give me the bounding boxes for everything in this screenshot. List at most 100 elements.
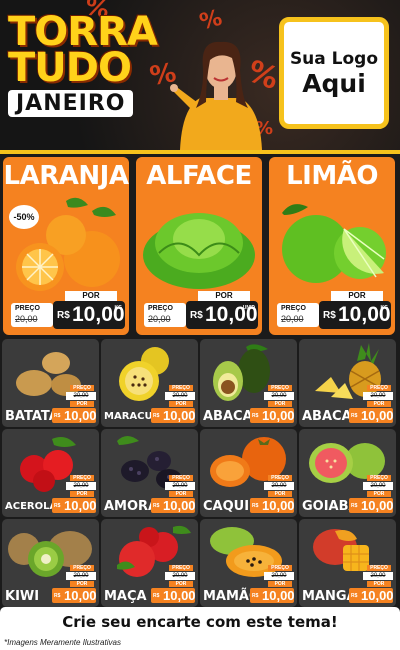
currency: R$ [351, 593, 358, 599]
brand-line-2: TUDO [8, 45, 132, 91]
por-label: POR [268, 491, 292, 497]
store-logo-placeholder: Sua Logo Aqui [279, 17, 389, 129]
currency: R$ [323, 310, 336, 321]
old-price: 20,00 [363, 482, 393, 490]
preco-label: PREÇO [70, 475, 94, 481]
price-box: R$ 10,00 [151, 498, 196, 513]
product-card-maca: MAÇA PREÇO 20,00 POR R$ 10,00 [101, 519, 198, 607]
old-price-box: PREÇO 20,00 [144, 303, 186, 327]
preco-label: PREÇO [367, 565, 391, 571]
product-card-batata: BATATA PREÇO 20,00 POR R$ 10,00 [2, 339, 99, 427]
product-card-caqui: CAQUI PREÇO 20,00 POR R$ 10,00 [200, 429, 297, 517]
currency: R$ [351, 503, 358, 509]
por-label: POR [367, 491, 391, 497]
currency: R$ [190, 310, 203, 321]
price-tag: R$ 10,00 UNID [186, 301, 258, 329]
por-label: POR [169, 491, 193, 497]
product-card-mamao: MAMÃO PREÇO 20,00 POR R$ 10,00 [200, 519, 297, 607]
price-box: R$ 10,00 [52, 588, 97, 603]
price-value: 10,00 [262, 588, 295, 603]
currency: R$ [54, 593, 61, 599]
preco-label: PREÇO [169, 475, 193, 481]
price-box: R$ 10,00 [349, 408, 394, 423]
product-card-maracuja: MARACUJÁ PREÇO 20,00 POR R$ 10,00 [101, 339, 198, 427]
price-tag: R$ 10,00 KG [319, 301, 391, 329]
old-price: 20,00 [281, 314, 304, 324]
logo-text-line-1: Sua Logo [289, 48, 379, 69]
old-price: 20,00 [66, 482, 96, 490]
price-box: R$ 10,00 [52, 498, 97, 513]
old-price: 20,00 [264, 392, 294, 400]
currency: R$ [153, 413, 160, 419]
price-value: 10,00 [64, 588, 97, 603]
old-price: 20,00 [165, 572, 195, 580]
price-box: R$ 10,00 [151, 408, 196, 423]
preco-label: PREÇO [268, 565, 292, 571]
por-label: POR [65, 291, 117, 301]
unit: KG [380, 305, 389, 311]
lime-image [282, 204, 386, 283]
price-box: R$ 10,00 [250, 588, 295, 603]
featured-card-alface: ALFACE POR PREÇO 20,00 R$ 10,00 UNID [136, 157, 262, 335]
currency: R$ [252, 413, 259, 419]
currency: R$ [252, 503, 259, 509]
old-price: 20,00 [264, 482, 294, 490]
preco-label: PREÇO [367, 385, 391, 391]
divider [0, 150, 400, 154]
price-box: R$ 10,00 [151, 588, 196, 603]
old-price: 20,00 [148, 314, 171, 324]
por-label: POR [169, 401, 193, 407]
old-price: 20,00 [15, 314, 38, 324]
featured-card-limao: LIMÃO POR PREÇO 20,00 R$ 10,00 KG [269, 157, 395, 335]
currency: R$ [351, 413, 358, 419]
preco-label: PREÇO [148, 305, 173, 312]
product-card-kiwi: KIWI PREÇO 20,00 POR R$ 10,00 [2, 519, 99, 607]
por-label: POR [268, 401, 292, 407]
footer: *Imagens Meramente Ilustrativas [0, 637, 400, 650]
old-price: 20,00 [165, 392, 195, 400]
product-name: LARANJA [3, 161, 129, 191]
price-value: 10,00 [262, 408, 295, 423]
product-card-abacate: ABACATE PREÇO 20,00 POR R$ 10,00 [200, 339, 297, 427]
price-value: 10,00 [361, 408, 394, 423]
preco-label: PREÇO [169, 565, 193, 571]
price-box: R$ 10,00 [349, 588, 394, 603]
currency: R$ [252, 593, 259, 599]
price-box: R$ 10,00 [52, 408, 97, 423]
por-label: POR [70, 491, 94, 497]
product-name: LIMÃO [286, 161, 378, 191]
por-label: POR [70, 581, 94, 587]
unit: UNID [242, 305, 255, 311]
old-price: 20,00 [363, 572, 393, 580]
old-price: 20,00 [66, 572, 96, 580]
currency: R$ [153, 503, 160, 509]
featured-card-laranja: LARANJA -50% POR PREÇO 20,00 R$ 10,00 KG [3, 157, 129, 335]
old-price: 20,00 [165, 482, 195, 490]
por-label: POR [169, 581, 193, 587]
por-label: POR [198, 291, 250, 301]
unit: KG [114, 305, 123, 311]
old-price-box: PREÇO 20,00 [277, 303, 319, 327]
product-name: AMORA [104, 499, 159, 514]
product-card-goiaba: GOIABA PREÇO 20,00 POR R$ 10,00 [299, 429, 396, 517]
product-name: BATATA [5, 409, 59, 424]
header-banner: % % % % % TORRA TUDO JANEIRO Sua Logo Aq… [0, 0, 400, 150]
preco-label: PREÇO [70, 385, 94, 391]
currency: R$ [54, 503, 61, 509]
por-label: POR [367, 581, 391, 587]
product-name: ACEROLA [5, 501, 58, 512]
por-label: POR [268, 581, 292, 587]
price-value: 10,00 [64, 408, 97, 423]
old-price: 20,00 [66, 392, 96, 400]
currency: R$ [54, 413, 61, 419]
preco-label: PREÇO [268, 385, 292, 391]
price-value: 10,00 [163, 498, 196, 513]
product-name: ALFACE [146, 161, 252, 191]
por-label: POR [367, 401, 391, 407]
logo-text-line-2: Aqui [302, 68, 366, 98]
price-value: 10,00 [163, 588, 196, 603]
cta-banner[interactable]: Crie seu encarte com este tema! [0, 607, 400, 637]
product-card-abacaxi: ABACAXI PREÇO 20,00 POR R$ 10,00 [299, 339, 396, 427]
currency: R$ [153, 593, 160, 599]
product-name: MAÇA [104, 589, 147, 604]
